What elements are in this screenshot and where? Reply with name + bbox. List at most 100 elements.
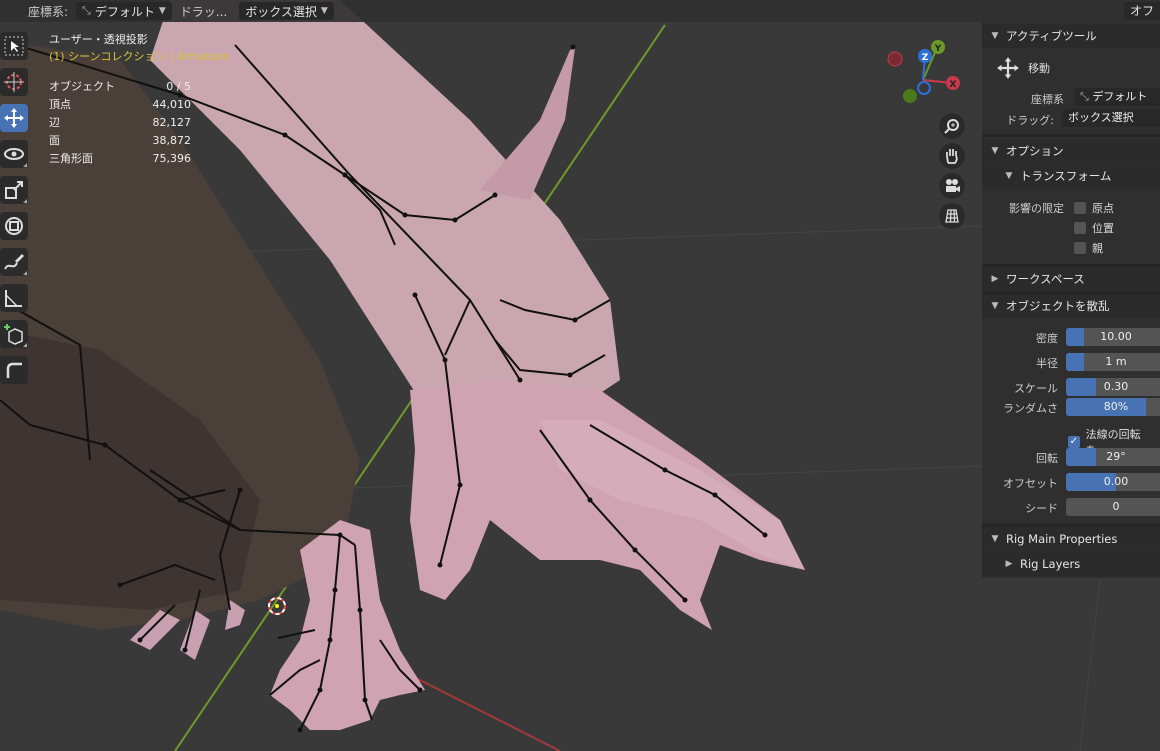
offset-slider[interactable]: 0.00 <box>1066 473 1160 491</box>
randomness-label: ランダムさ <box>1003 402 1058 415</box>
select-box-tool[interactable] <box>0 32 28 60</box>
drag-value: ボックス選択 <box>245 4 317 19</box>
orientation-field[interactable]: ⤡ デフォルト <box>1074 88 1160 106</box>
corner-icon <box>6 362 22 378</box>
scale-slider[interactable]: 0.30 <box>1066 378 1160 396</box>
stat-row: 頂点 44,010 <box>49 98 191 111</box>
camera-view-button[interactable] <box>939 173 965 199</box>
x-axis-line <box>399 669 561 751</box>
scale-tool[interactable] <box>0 176 28 204</box>
stat-row: 三角形面 75,396 <box>49 152 191 165</box>
extra-tool[interactable] <box>0 356 28 384</box>
chevron-down-icon: ▼ <box>991 534 999 544</box>
slider-fill <box>1066 353 1084 371</box>
chevron-right-icon: ▶ <box>991 274 999 284</box>
stat-row: 面 38,872 <box>49 134 191 147</box>
3d-cursor-icon <box>4 72 24 92</box>
chevron-down-icon: ▼ <box>320 6 328 16</box>
camera-icon <box>946 179 960 192</box>
view-name: ユーザー・透視投影 <box>49 33 148 46</box>
chevron-down-icon: ▼ <box>991 301 999 311</box>
collection-name: (1) シーンコレクション | Armature <box>49 50 229 63</box>
density-label: 密度 <box>1036 332 1058 345</box>
move-arrows-icon <box>4 108 24 128</box>
panel-workspace[interactable]: ▶ ワークスペース <box>982 267 1160 291</box>
orientation-value: デフォルト <box>94 4 155 19</box>
chevron-down-icon: ▼ <box>158 6 166 16</box>
rotation-label: 回転 <box>1036 452 1058 465</box>
chevron-down-icon: ▼ <box>991 146 999 156</box>
panel-rig-layers[interactable]: ▶ Rig Layers <box>982 552 1160 576</box>
check-parents[interactable]: 親 <box>1074 240 1103 256</box>
chevron-right-icon: ▶ <box>1005 559 1013 569</box>
panel-scatter-objects[interactable]: ▼ オブジェクトを散乱 <box>982 294 1160 318</box>
move-arrows-icon <box>997 57 1019 79</box>
panel-rig-main[interactable]: ▼ Rig Main Properties <box>982 527 1160 551</box>
move-tool[interactable] <box>0 104 28 132</box>
transform-tool[interactable] <box>0 212 28 240</box>
panel-transform[interactable]: ▼ トランスフォーム <box>982 164 1160 188</box>
panel-options[interactable]: ▼ オプション <box>982 139 1160 163</box>
chevron-down-icon: ▼ <box>1005 171 1013 181</box>
seed-field[interactable]: 0 <box>1066 498 1160 516</box>
cursor-arrow-icon <box>4 36 24 56</box>
slider-fill <box>1066 448 1096 466</box>
rotate-icon <box>4 148 24 160</box>
active-tool-row: 移動 <box>996 56 1050 80</box>
add-cube-tool[interactable] <box>0 320 28 348</box>
panel-active-tool[interactable]: ▼ アクティブツール <box>982 24 1160 48</box>
radius-slider[interactable]: 1 m <box>1066 353 1160 371</box>
add-cube-icon <box>4 324 23 345</box>
orientation-label: 座標系: <box>28 4 69 19</box>
checkbox[interactable] <box>1074 242 1086 254</box>
orientation-icon: ⤡ <box>82 4 91 17</box>
options-button[interactable]: オフ <box>1123 2 1160 20</box>
offset-label: オフセット <box>1003 477 1058 490</box>
orientation-icon: ⤡ <box>1080 90 1089 103</box>
orientation-field-label: 座標系 <box>1031 93 1064 106</box>
rotate-tool[interactable] <box>0 140 28 168</box>
tool-shelf <box>0 32 30 392</box>
checkbox[interactable] <box>1074 202 1086 214</box>
orientation-dropdown[interactable]: ⤡ デフォルト ▼ <box>76 2 172 20</box>
chevron-down-icon: ▼ <box>991 31 999 41</box>
checkbox-checked-icon[interactable]: ✓ <box>1068 436 1080 448</box>
gizmo-x-label: X <box>950 80 957 90</box>
viewport-header: 座標系: ⤡ デフォルト ▼ ドラッ... ボックス選択 ▼ オフ <box>0 0 1160 22</box>
zoom-icon <box>944 119 959 134</box>
slider-fill <box>1066 328 1084 346</box>
stat-row: 辺 82,127 <box>49 116 191 129</box>
drag-field[interactable]: ボックス選択 <box>1062 109 1160 127</box>
viewport-info: ユーザー・透視投影 (1) シーンコレクション | Armature <box>49 31 229 65</box>
check-locations[interactable]: 位置 <box>1074 220 1114 236</box>
active-tool-name: 移動 <box>1028 62 1050 75</box>
checkbox[interactable] <box>1074 222 1086 234</box>
annotate-pen-icon <box>4 254 24 270</box>
annotate-tool[interactable] <box>0 248 28 276</box>
scene-stats: オブジェクト 0 / 5 頂点 44,010 辺 82,127 面 38,872 三角形… <box>49 78 191 168</box>
axis-gizmo-icon: X Y Z <box>887 40 960 103</box>
radius-label: 半径 <box>1036 357 1058 370</box>
navigation-gizmo[interactable]: X Y Z <box>880 36 960 116</box>
scale-icon <box>5 181 23 199</box>
pan-button[interactable] <box>939 143 965 169</box>
seed-label: シード <box>1025 502 1058 515</box>
drag-dropdown[interactable]: ボックス選択 ▼ <box>239 2 334 20</box>
density-slider[interactable]: 10.00 <box>1066 328 1160 346</box>
rotation-slider[interactable]: 29° <box>1066 448 1160 466</box>
transform-icon <box>5 217 23 235</box>
gizmo-y-label: Y <box>934 44 942 54</box>
stat-row: オブジェクト 0 / 5 <box>49 80 191 93</box>
affect-only-label: 影響の限定 <box>1009 202 1064 215</box>
zoom-button[interactable] <box>939 113 965 139</box>
drag-label: ドラッ... <box>179 4 228 19</box>
cursor-tool[interactable] <box>0 68 28 96</box>
randomness-slider[interactable]: 80% <box>1066 398 1160 416</box>
hand-pan-icon <box>946 149 958 164</box>
grid-ortho-icon <box>945 209 959 223</box>
ortho-toggle-button[interactable] <box>939 203 965 229</box>
slider-fill <box>1066 378 1096 396</box>
measure-tool[interactable] <box>0 284 28 312</box>
check-origins[interactable]: 原点 <box>1074 200 1114 216</box>
ruler-icon <box>5 290 22 307</box>
